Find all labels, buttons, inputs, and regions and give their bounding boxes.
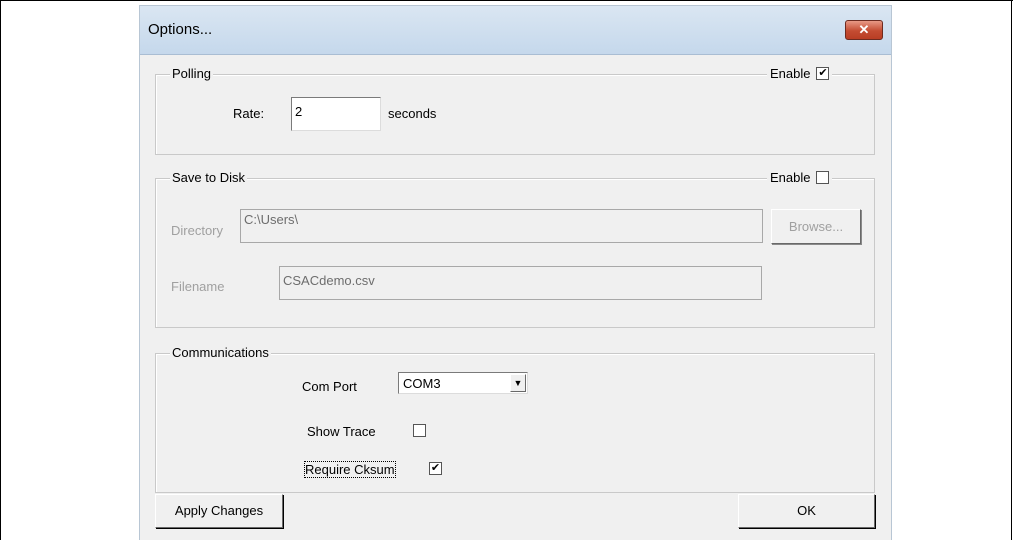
options-dialog: Options... ✕ Polling Enable ✔ Rate: 2 se… bbox=[139, 5, 892, 540]
chevron-down-icon[interactable]: ▼ bbox=[510, 374, 526, 392]
directory-label: Directory bbox=[171, 223, 224, 238]
require-cksum-checkbox[interactable]: ✔ bbox=[429, 462, 442, 475]
dialog-title: Options... bbox=[148, 21, 213, 38]
filename-input[interactable]: CSACdemo.csv bbox=[279, 266, 762, 300]
rate-label: Rate: bbox=[233, 106, 265, 121]
polling-enable-label: Enable bbox=[770, 66, 811, 81]
filename-value: CSACdemo.csv bbox=[283, 273, 375, 288]
rate-unit-label: seconds bbox=[388, 106, 437, 121]
require-cksum-label[interactable]: Require Cksum bbox=[304, 461, 396, 478]
polling-enable: Enable ✔ bbox=[767, 66, 833, 81]
apply-changes-label: Apply Changes bbox=[174, 503, 264, 518]
apply-changes-button[interactable]: Apply Changes bbox=[155, 494, 283, 528]
ok-label: OK bbox=[797, 503, 816, 518]
save-to-disk-enable: Enable bbox=[767, 170, 833, 185]
save-to-disk-group bbox=[155, 178, 875, 328]
com-port-label: Com Port bbox=[302, 379, 357, 394]
filename-label: Filename bbox=[171, 279, 225, 294]
save-to-disk-enable-checkbox[interactable] bbox=[816, 171, 830, 184]
directory-input[interactable]: C:\Users\ bbox=[240, 209, 763, 243]
frame-right-line bbox=[1011, 0, 1012, 540]
rate-input[interactable]: 2 bbox=[291, 97, 381, 131]
save-to-disk-enable-label: Enable bbox=[770, 170, 811, 185]
communications-group-label: Communications bbox=[170, 345, 271, 360]
frame-top-line bbox=[0, 0, 1013, 1]
check-icon: ✔ bbox=[818, 67, 828, 79]
show-trace-label: Show Trace bbox=[307, 424, 376, 439]
rate-value: 2 bbox=[295, 104, 303, 119]
com-port-value: COM3 bbox=[403, 376, 441, 391]
browse-button[interactable]: Browse... bbox=[771, 209, 861, 244]
close-icon: ✕ bbox=[858, 22, 870, 37]
polling-enable-checkbox[interactable]: ✔ bbox=[816, 67, 830, 80]
ok-button[interactable]: OK bbox=[738, 494, 875, 528]
frame-left-line bbox=[0, 0, 1, 540]
com-port-select[interactable]: COM3 ▼ bbox=[398, 372, 528, 394]
show-trace-checkbox[interactable] bbox=[413, 424, 426, 437]
save-to-disk-group-label: Save to Disk bbox=[170, 170, 247, 185]
browse-button-label: Browse... bbox=[788, 219, 844, 234]
close-button[interactable]: ✕ bbox=[845, 20, 883, 40]
check-icon: ✔ bbox=[430, 462, 441, 474]
directory-value: C:\Users\ bbox=[244, 212, 299, 227]
polling-group-label: Polling bbox=[170, 66, 214, 81]
title-bar[interactable]: Options... ✕ bbox=[140, 6, 891, 55]
